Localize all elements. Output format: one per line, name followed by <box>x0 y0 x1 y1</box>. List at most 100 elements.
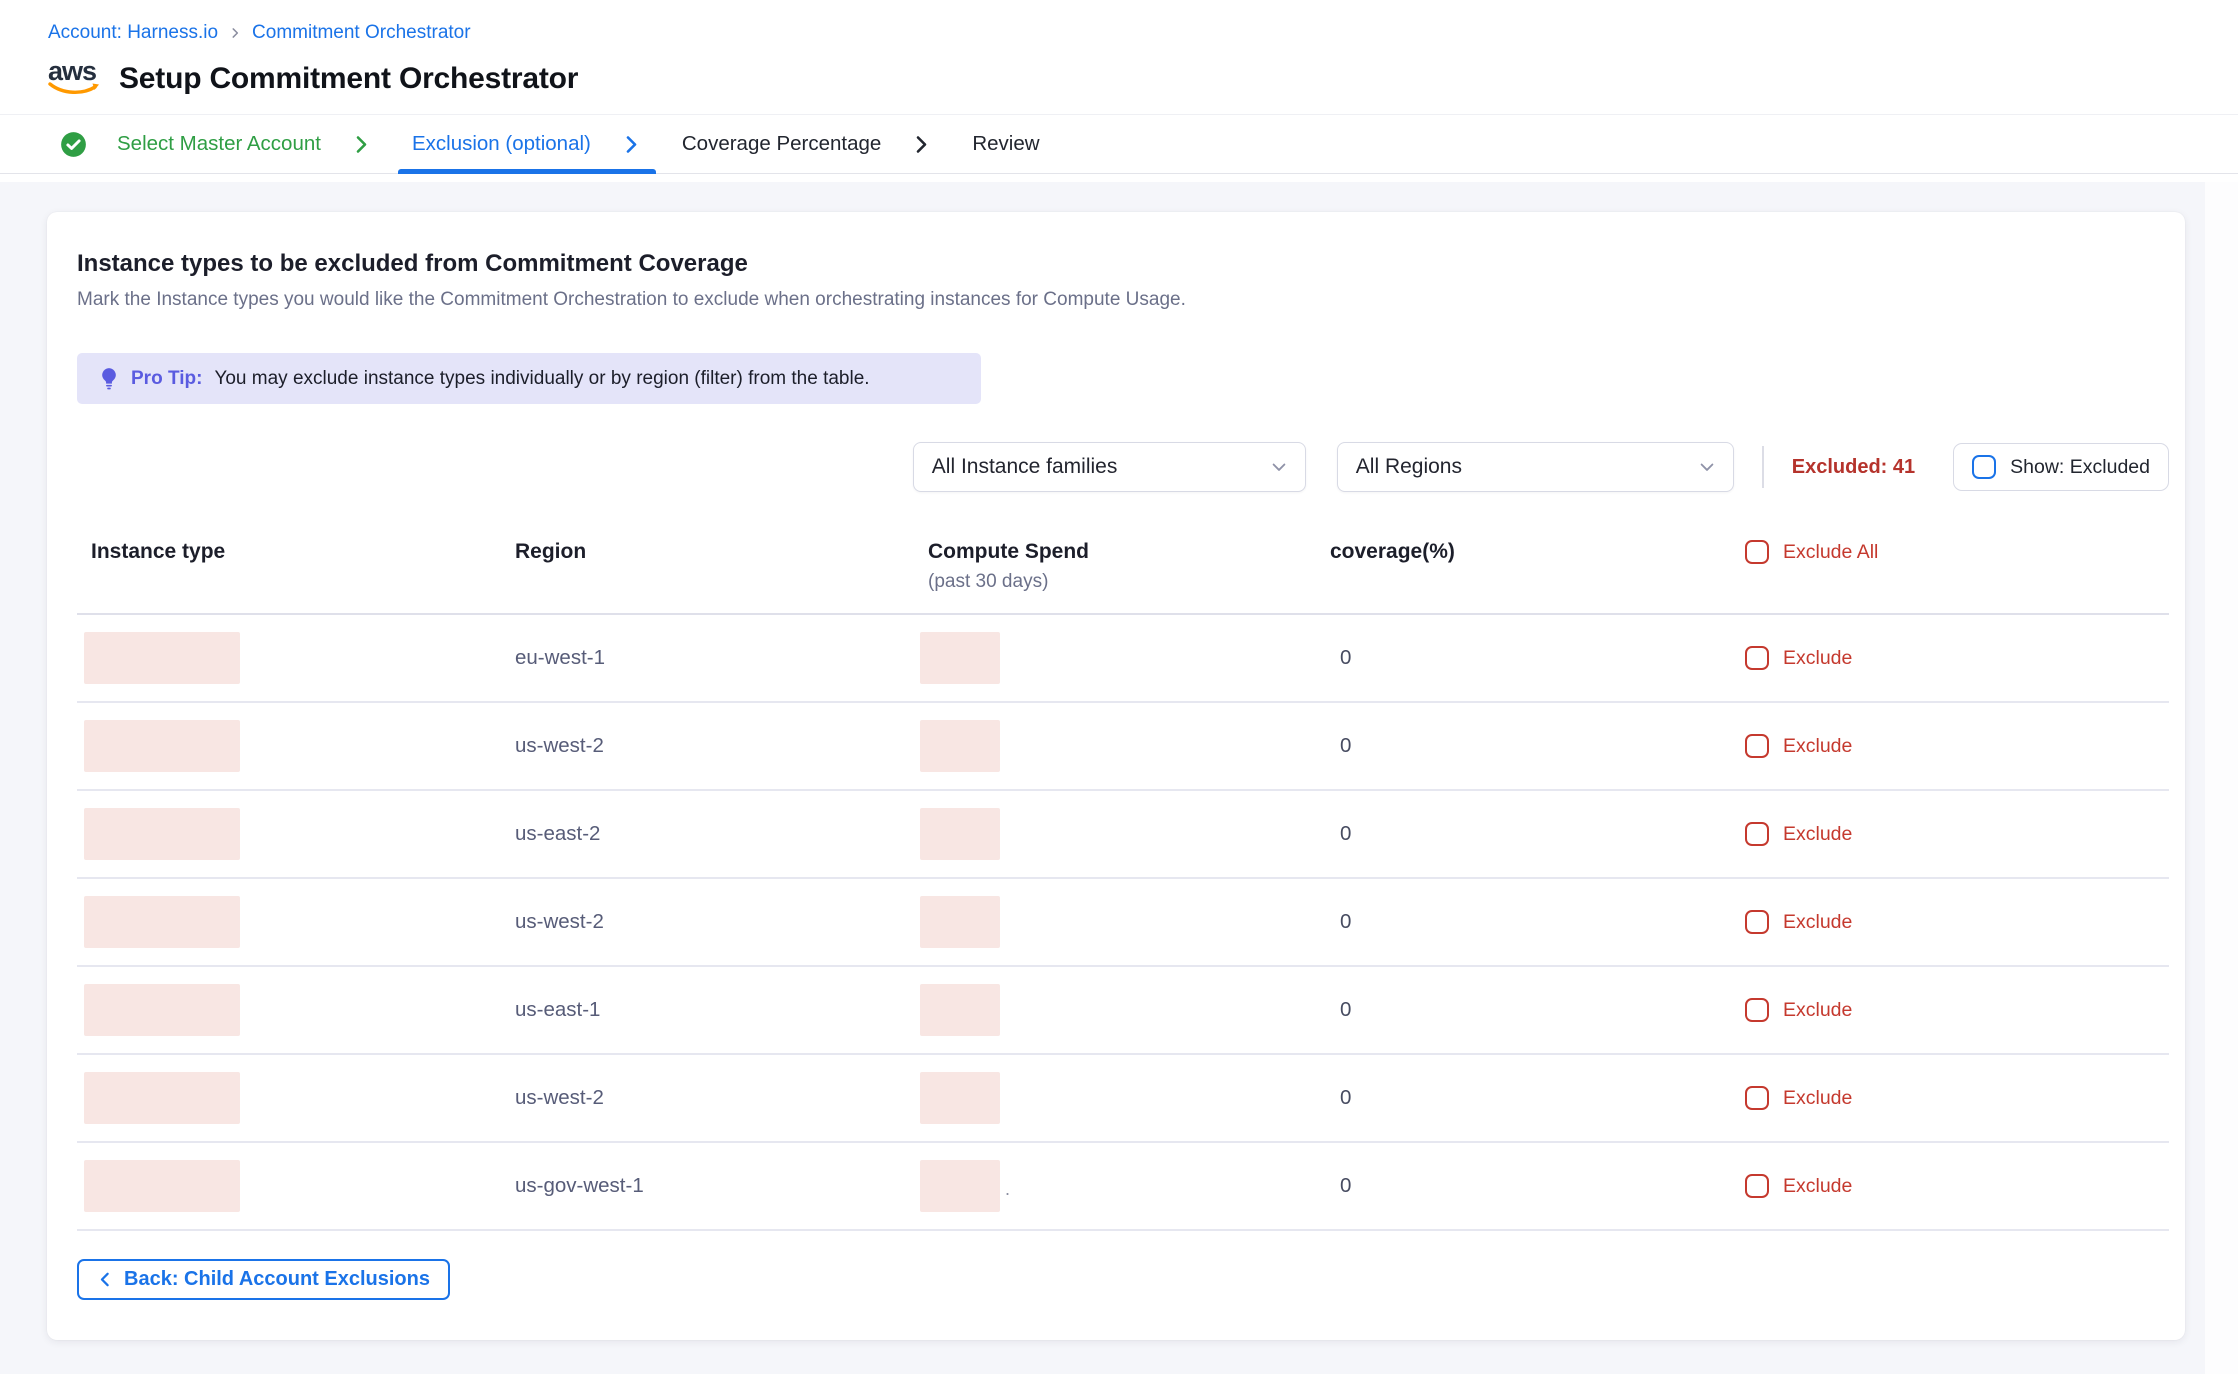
compute-spend-suffix: . <box>1005 1180 1010 1212</box>
table-row: us-gov-west-1 . 0 Exclude <box>77 1143 2169 1231</box>
compute-spend-cell <box>920 1072 1330 1124</box>
panel-heading: Instance types to be excluded from Commi… <box>77 250 2169 278</box>
filter-divider <box>1762 446 1764 488</box>
compute-spend-cell <box>920 720 1330 772</box>
page-title: Setup Commitment Orchestrator <box>119 62 578 96</box>
coverage-cell: 0 <box>1330 1174 1745 1198</box>
pro-tip-banner: Pro Tip: You may exclude instance types … <box>77 353 981 404</box>
stepper: Select Master Account Exclusion (optiona… <box>0 114 2238 174</box>
compute-spend-redacted <box>920 1160 1000 1212</box>
chevron-right-icon <box>621 134 642 155</box>
back-button[interactable]: Back: Child Account Exclusions <box>77 1259 450 1300</box>
compute-spend-cell <box>920 896 1330 948</box>
compute-spend-redacted <box>920 1072 1000 1124</box>
table-row: us-west-2 0 Exclude <box>77 879 2169 967</box>
exclude-label: Exclude <box>1783 1175 1852 1198</box>
exclude-checkbox[interactable] <box>1745 998 1769 1022</box>
coverage-cell: 0 <box>1330 734 1745 758</box>
compute-spend-cell <box>920 808 1330 860</box>
header-region: Region <box>507 540 920 564</box>
instance-type-redacted <box>84 632 240 684</box>
instance-families-value: All Instance families <box>932 455 1118 479</box>
filter-row: All Instance families All Regions Exclud… <box>77 442 2169 492</box>
compute-spend-redacted <box>920 896 1000 948</box>
compute-spend-redacted <box>920 720 1000 772</box>
coverage-cell: 0 <box>1330 646 1745 670</box>
step-label: Select Master Account <box>117 132 321 156</box>
show-excluded-checkbox[interactable] <box>1972 455 1996 479</box>
right-gutter <box>2205 182 2238 1374</box>
instance-type-redacted <box>84 984 240 1036</box>
instance-type-cell <box>77 984 507 1036</box>
pro-tip-text: You may exclude instance types individua… <box>214 368 869 390</box>
topbar: Account: Harness.io Commitment Orchestra… <box>0 0 2238 114</box>
compute-spend-redacted <box>920 984 1000 1036</box>
page: Account: Harness.io Commitment Orchestra… <box>0 0 2238 1374</box>
coverage-cell: 0 <box>1330 998 1745 1022</box>
exclude-label: Exclude <box>1783 823 1852 846</box>
show-excluded-toggle[interactable]: Show: Excluded <box>1953 443 2169 491</box>
instance-type-redacted <box>84 896 240 948</box>
breadcrumb: Account: Harness.io Commitment Orchestra… <box>0 0 2238 44</box>
header-compute-spend-sub: (past 30 days) <box>928 571 1330 593</box>
exclude-label: Exclude <box>1783 999 1852 1022</box>
region-cell: us-gov-west-1 <box>507 1174 920 1198</box>
chevron-right-icon <box>911 134 932 155</box>
step-coverage-percentage[interactable]: Coverage Percentage <box>668 115 946 173</box>
instance-type-cell <box>77 720 507 772</box>
coverage-cell: 0 <box>1330 1086 1745 1110</box>
breadcrumb-account-link[interactable]: Account: Harness.io <box>48 22 218 44</box>
header-compute-spend: Compute Spend (past 30 days) <box>920 540 1330 593</box>
check-circle-icon <box>60 131 87 158</box>
exclude-checkbox[interactable] <box>1745 1174 1769 1198</box>
instance-type-cell <box>77 1072 507 1124</box>
breadcrumb-section-link[interactable]: Commitment Orchestrator <box>252 22 471 44</box>
exclude-all-label: Exclude All <box>1783 541 1878 564</box>
exclusion-panel: Instance types to be excluded from Commi… <box>47 212 2185 1340</box>
coverage-cell: 0 <box>1330 822 1745 846</box>
regions-value: All Regions <box>1356 455 1462 479</box>
exclude-cell: Exclude <box>1745 1174 2169 1198</box>
step-select-master-account[interactable]: Select Master Account <box>46 115 386 173</box>
chevron-right-icon <box>351 134 372 155</box>
region-cell: us-east-2 <box>507 822 920 846</box>
exclude-label: Exclude <box>1783 911 1852 934</box>
exclude-cell: Exclude <box>1745 1086 2169 1110</box>
instance-type-cell <box>77 632 507 684</box>
step-label: Exclusion (optional) <box>412 132 591 156</box>
table-row: us-east-2 0 Exclude <box>77 791 2169 879</box>
exclude-checkbox[interactable] <box>1745 910 1769 934</box>
instance-type-redacted <box>84 1072 240 1124</box>
exclude-all-checkbox[interactable] <box>1745 540 1769 564</box>
exclude-checkbox[interactable] <box>1745 646 1769 670</box>
aws-smile-icon <box>48 82 100 98</box>
compute-spend-cell <box>920 984 1330 1036</box>
table-row: us-west-2 0 Exclude <box>77 1055 2169 1143</box>
region-cell: us-east-1 <box>507 998 920 1022</box>
region-cell: us-west-2 <box>507 1086 920 1110</box>
regions-select[interactable]: All Regions <box>1337 442 1734 492</box>
header-instance-type: Instance type <box>77 540 507 564</box>
table-row: us-west-2 0 Exclude <box>77 703 2169 791</box>
step-review[interactable]: Review <box>958 115 1053 173</box>
exclude-cell: Exclude <box>1745 822 2169 846</box>
exclusion-table: Instance type Region Compute Spend (past… <box>77 538 2169 1231</box>
exclude-cell: Exclude <box>1745 998 2169 1022</box>
table-header: Instance type Region Compute Spend (past… <box>77 538 2169 615</box>
instance-type-cell <box>77 808 507 860</box>
content-area: Instance types to be excluded from Commi… <box>0 182 2205 1374</box>
exclude-checkbox[interactable] <box>1745 734 1769 758</box>
panel-subheading: Mark the Instance types you would like t… <box>77 289 2169 311</box>
instance-families-select[interactable]: All Instance families <box>913 442 1306 492</box>
table-row: eu-west-1 0 Exclude <box>77 615 2169 703</box>
exclude-cell: Exclude <box>1745 734 2169 758</box>
exclude-checkbox[interactable] <box>1745 1086 1769 1110</box>
lightbulb-icon <box>99 367 119 391</box>
header-coverage: coverage(%) <box>1330 540 1745 564</box>
region-cell: eu-west-1 <box>507 646 920 670</box>
coverage-cell: 0 <box>1330 910 1745 934</box>
step-exclusion-optional[interactable]: Exclusion (optional) <box>398 115 656 173</box>
exclude-checkbox[interactable] <box>1745 822 1769 846</box>
excluded-count: Excluded: 41 <box>1792 456 1915 479</box>
instance-type-redacted <box>84 720 240 772</box>
